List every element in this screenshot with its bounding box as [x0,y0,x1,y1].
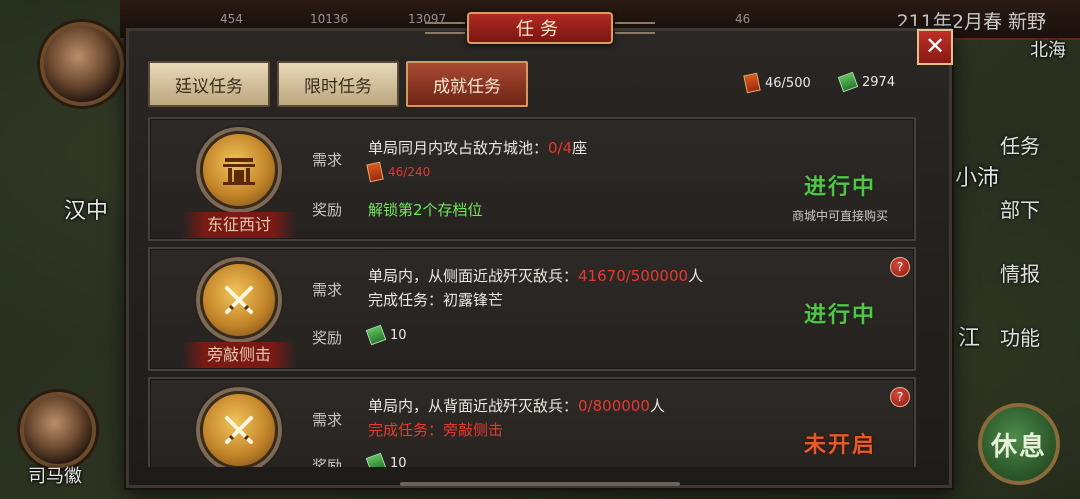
dialog-title: 任务 [467,12,613,44]
requirement-label: 需求 [312,281,343,299]
reward-text: 解锁第2个存档位 [368,201,483,219]
help-icon[interactable]: ? [890,257,910,277]
task-name: 旁敲侧击 [182,342,296,368]
gate-icon [200,131,278,209]
rest-button[interactable]: 休息 [978,403,1060,485]
menu-intel[interactable]: 情报 [992,258,1048,287]
cash-icon [365,324,387,346]
city-label[interactable]: 小沛 [955,160,999,192]
tab-achievement-tasks[interactable]: 成就任务 [406,61,528,107]
resource-value: 10136 [310,12,349,26]
requirement-label: 需求 [312,411,343,429]
prerequisite-text: 完成任务：旁敲侧击 [368,421,504,439]
cash-counter: 2974 [837,71,896,93]
ticket-icon [366,161,384,183]
close-button[interactable]: ✕ [917,29,953,65]
task-status: 进行中 [803,302,876,328]
resource-value: 454 [220,12,243,26]
city-label[interactable]: 江 [958,320,980,352]
title-ornament-left [425,22,465,34]
reward-label: 奖励 [312,329,343,347]
reward-cash: 10 [365,324,407,346]
advisor-name: 司马徽 [28,466,82,487]
task-list[interactable]: 东征西讨 需求 单局同月内攻占敌方城池：0/4座 46/240 奖励 解锁第2个… [148,117,916,467]
menu-subordinates[interactable]: 部下 [992,194,1048,223]
crossed-swords-icon [200,261,278,339]
ticket-counter: 46/500 [743,72,811,94]
menu-functions[interactable]: 功能 [992,322,1048,351]
tab-limited-tasks[interactable]: 限时任务 [277,61,399,107]
task-row: 东征西讨 需求 单局同月内攻占敌方城池：0/4座 46/240 奖励 解锁第2个… [148,117,916,241]
task-status: 未开启 [803,432,876,458]
list-scrollbar[interactable] [400,482,680,486]
ticket-value: 46/500 [765,75,811,91]
cash-icon [365,452,387,467]
cash-value: 2974 [862,74,896,90]
task-note: 商城中可直接购买 [791,209,888,223]
reward-label: 奖励 [312,201,343,219]
cash-icon [837,71,859,93]
requirement-text: 单局内，从侧面近战歼灭敌兵：41670/500000人 [368,267,704,285]
requirement-label: 需求 [312,151,343,169]
prerequisite-text: 完成任务：初露锋芒 [368,291,504,309]
player-avatar[interactable] [40,22,124,106]
city-label[interactable]: 北海 [1030,36,1066,62]
title-ornament-right [615,22,655,34]
resource-value: 46 [735,12,751,26]
tab-court-tasks[interactable]: 廷议任务 [148,61,270,107]
help-icon[interactable]: ? [890,387,910,407]
requirement-text: 单局同月内攻占敌方城池：0/4座 [368,139,588,157]
requirement-text: 单局内，从背面近战歼灭敌兵：0/800000人 [368,397,665,415]
task-row: 需求 单局内，从背面近战歼灭敌兵：0/800000人 完成任务：旁敲侧击 奖励 … [148,377,916,467]
reward-label: 奖励 [312,457,343,467]
ticket-icon [743,72,761,94]
menu-tasks[interactable]: 任务 [992,130,1048,159]
city-label[interactable]: 汉中 [64,193,108,225]
task-name: 东征西讨 [182,212,296,238]
reward-cash: 10 [365,452,407,467]
crossed-swords-icon [200,391,278,467]
ticket-progress: 46/240 [366,161,430,183]
task-row: 旁敲侧击 需求 单局内，从侧面近战歼灭敌兵：41670/500000人 完成任务… [148,247,916,371]
advisor-avatar[interactable] [20,392,96,468]
task-status: 进行中 [803,174,876,200]
